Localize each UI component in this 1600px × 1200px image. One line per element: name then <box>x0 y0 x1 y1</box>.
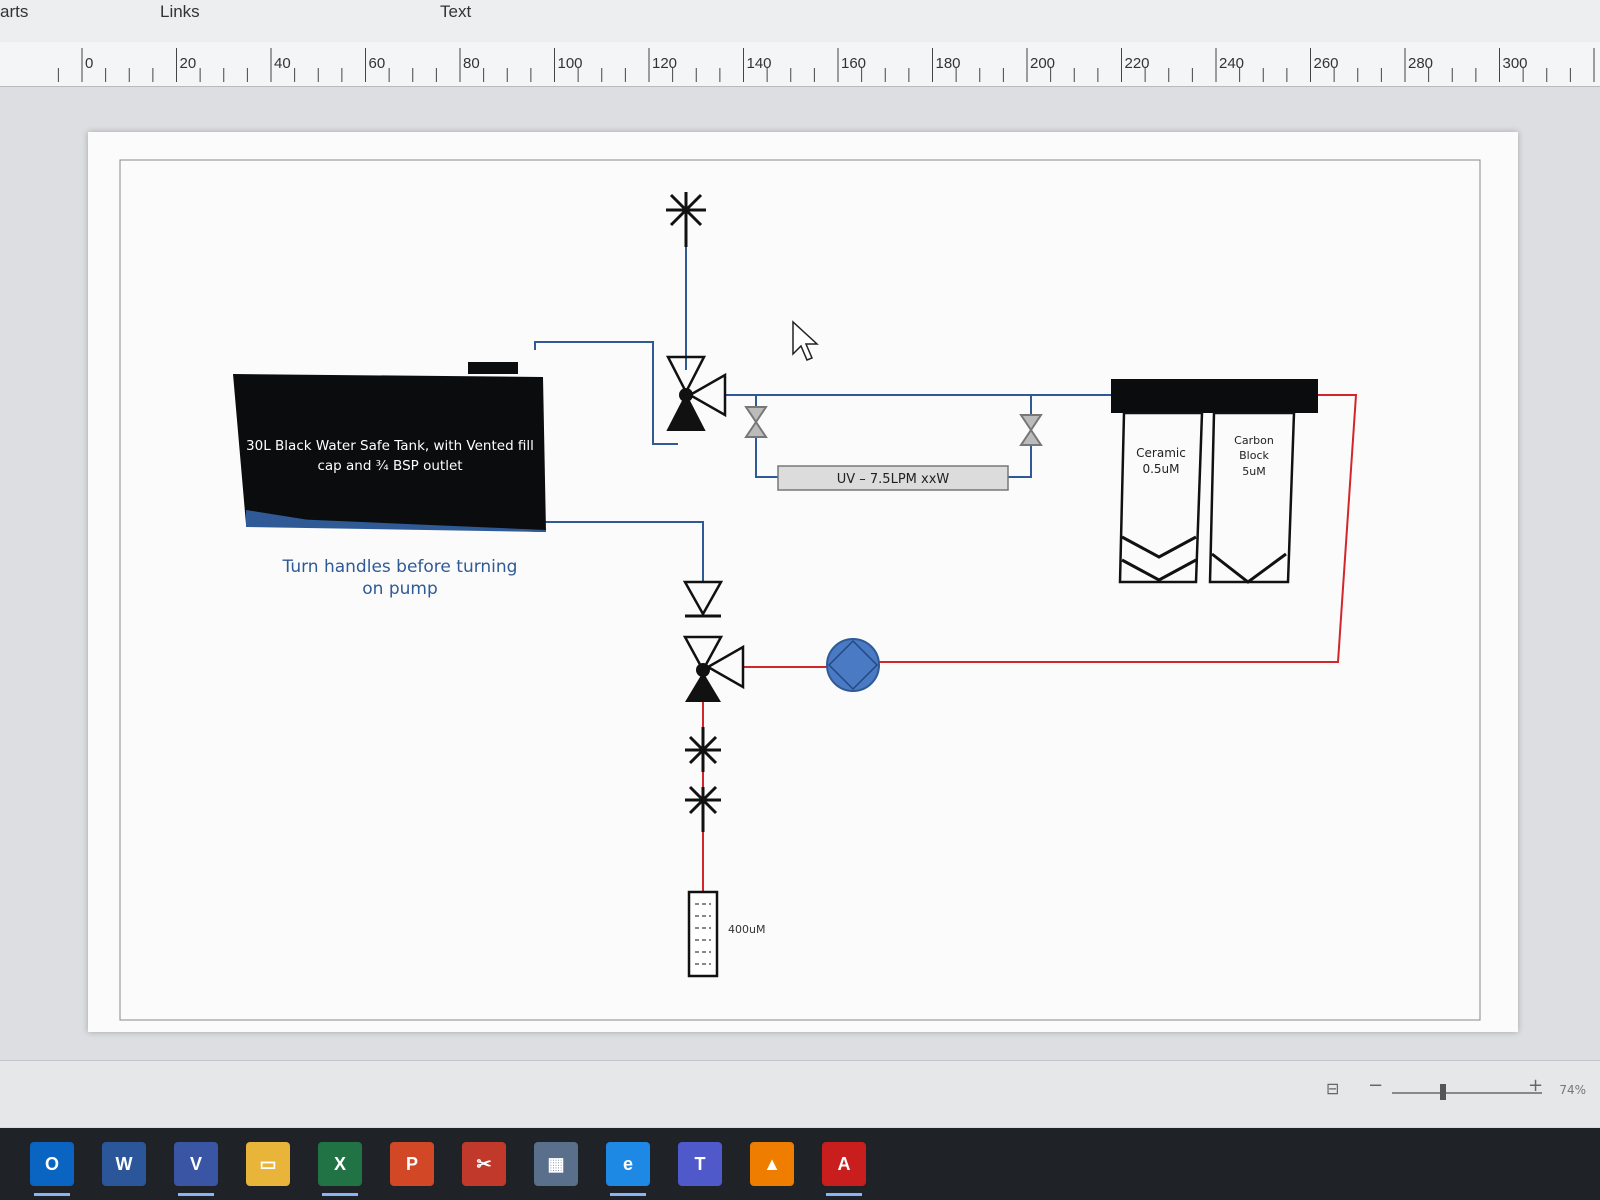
horizontal-ruler: 0 20 40 60 80 100 120 140 160 180 200 220 240 260 280 3… <box>0 42 1600 87</box>
ruler-label: 0 <box>85 55 93 72</box>
ribbon-tab-links[interactable]: Links <box>160 2 200 22</box>
ceramic-filter-label1: Ceramic <box>1136 446 1186 460</box>
file-explorer-icon[interactable]: ▭ <box>246 1142 290 1186</box>
strainer[interactable] <box>687 890 719 978</box>
excel-icon[interactable]: X <box>318 1142 362 1196</box>
plumbing-diagram: UV – 7.5LPM xxW 30L Black Water Safe Tan… <box>119 159 1481 1021</box>
three-way-valve-bottom[interactable] <box>682 635 745 702</box>
ceramic-filter-label2: 0.5uM <box>1142 462 1179 476</box>
edge-icon[interactable]: e <box>606 1142 650 1196</box>
ruler-label: 160 <box>841 55 866 72</box>
ruler-label: 40 <box>274 55 291 72</box>
zoom-slider-thumb[interactable] <box>1440 1084 1446 1100</box>
ceramic-filter[interactable] <box>1118 411 1204 584</box>
ruler-label: 120 <box>652 55 677 72</box>
zoom-slider-track[interactable] <box>1392 1092 1542 1094</box>
carbon-filter-label2: Block <box>1239 449 1269 462</box>
outlook-icon[interactable]: O <box>30 1142 74 1196</box>
mouse-cursor-icon <box>792 320 819 361</box>
ruler-scale: 0 20 40 60 80 100 120 140 160 180 200 220 240 260 280 3… <box>57 48 1595 82</box>
windows-taskbar: O W V ▭ X P ✂ ▦ e T ▲ A <box>0 1128 1600 1200</box>
word-icon[interactable]: W <box>102 1142 146 1186</box>
three-way-valve-top[interactable] <box>665 355 727 431</box>
status-bar: ⊟ − + 74% <box>0 1060 1600 1127</box>
presentation-mode-icon[interactable]: ⊟ <box>1326 1079 1339 1098</box>
ruler-label: 60 <box>369 55 386 72</box>
ruler-label: 300 <box>1503 55 1528 72</box>
zoom-in-button[interactable]: + <box>1528 1075 1543 1096</box>
visio-icon[interactable]: V <box>174 1142 218 1196</box>
inline-valve-1[interactable] <box>685 727 721 772</box>
ruler-label: 20 <box>180 55 197 72</box>
tank-label-line1: 30L Black Water Safe Tank, with Vented f… <box>246 438 534 454</box>
filter-manifold <box>1111 379 1318 413</box>
uv-label: UV – 7.5LPM xxW <box>837 472 950 487</box>
page-border <box>119 159 1481 1021</box>
ribbon-tab-fragment[interactable]: arts <box>0 2 28 22</box>
instruction-line2: on pump <box>362 579 438 599</box>
zoom-out-button[interactable]: − <box>1368 1075 1383 1096</box>
teams-icon[interactable]: T <box>678 1142 722 1186</box>
calculator-icon[interactable]: ▦ <box>534 1142 578 1186</box>
snipping-tool-icon[interactable]: ✂ <box>462 1142 506 1186</box>
powerpoint-icon[interactable]: P <box>390 1142 434 1186</box>
carbon-filter-label3: 5uM <box>1242 465 1265 478</box>
ribbon-bar: arts Links Text <box>0 0 1600 43</box>
vlc-icon[interactable]: ▲ <box>750 1142 794 1186</box>
ruler-label: 220 <box>1125 55 1150 72</box>
check-valve[interactable] <box>682 580 724 618</box>
ribbon-tab-text[interactable]: Text <box>440 2 471 22</box>
ruler-label: 200 <box>1030 55 1055 72</box>
air-vent-valve <box>666 192 706 247</box>
zoom-level[interactable]: 74% <box>1559 1083 1586 1097</box>
ruler-label: 240 <box>1219 55 1244 72</box>
uv-bypass-valves[interactable] <box>744 406 1043 446</box>
tank-label-line2: cap and ¾ BSP outlet <box>317 458 462 474</box>
ruler-label: 80 <box>463 55 480 72</box>
pump[interactable] <box>826 638 880 692</box>
carbon-filter-label1: Carbon <box>1234 434 1274 447</box>
blue-pipes <box>534 210 1111 582</box>
ruler-label: 140 <box>747 55 772 72</box>
inline-valve-2[interactable] <box>685 785 721 832</box>
instruction-line1: Turn handles before turning <box>282 557 518 577</box>
ruler-label: 280 <box>1408 55 1433 72</box>
ruler-label: 180 <box>936 55 961 72</box>
ruler-label: 100 <box>558 55 583 72</box>
strainer-label: 400uM <box>728 923 765 936</box>
ruler-label: 260 <box>1314 55 1339 72</box>
acrobat-icon[interactable]: A <box>822 1142 866 1196</box>
drawing-page[interactable]: UV – 7.5LPM xxW 30L Black Water Safe Tan… <box>88 132 1518 1032</box>
